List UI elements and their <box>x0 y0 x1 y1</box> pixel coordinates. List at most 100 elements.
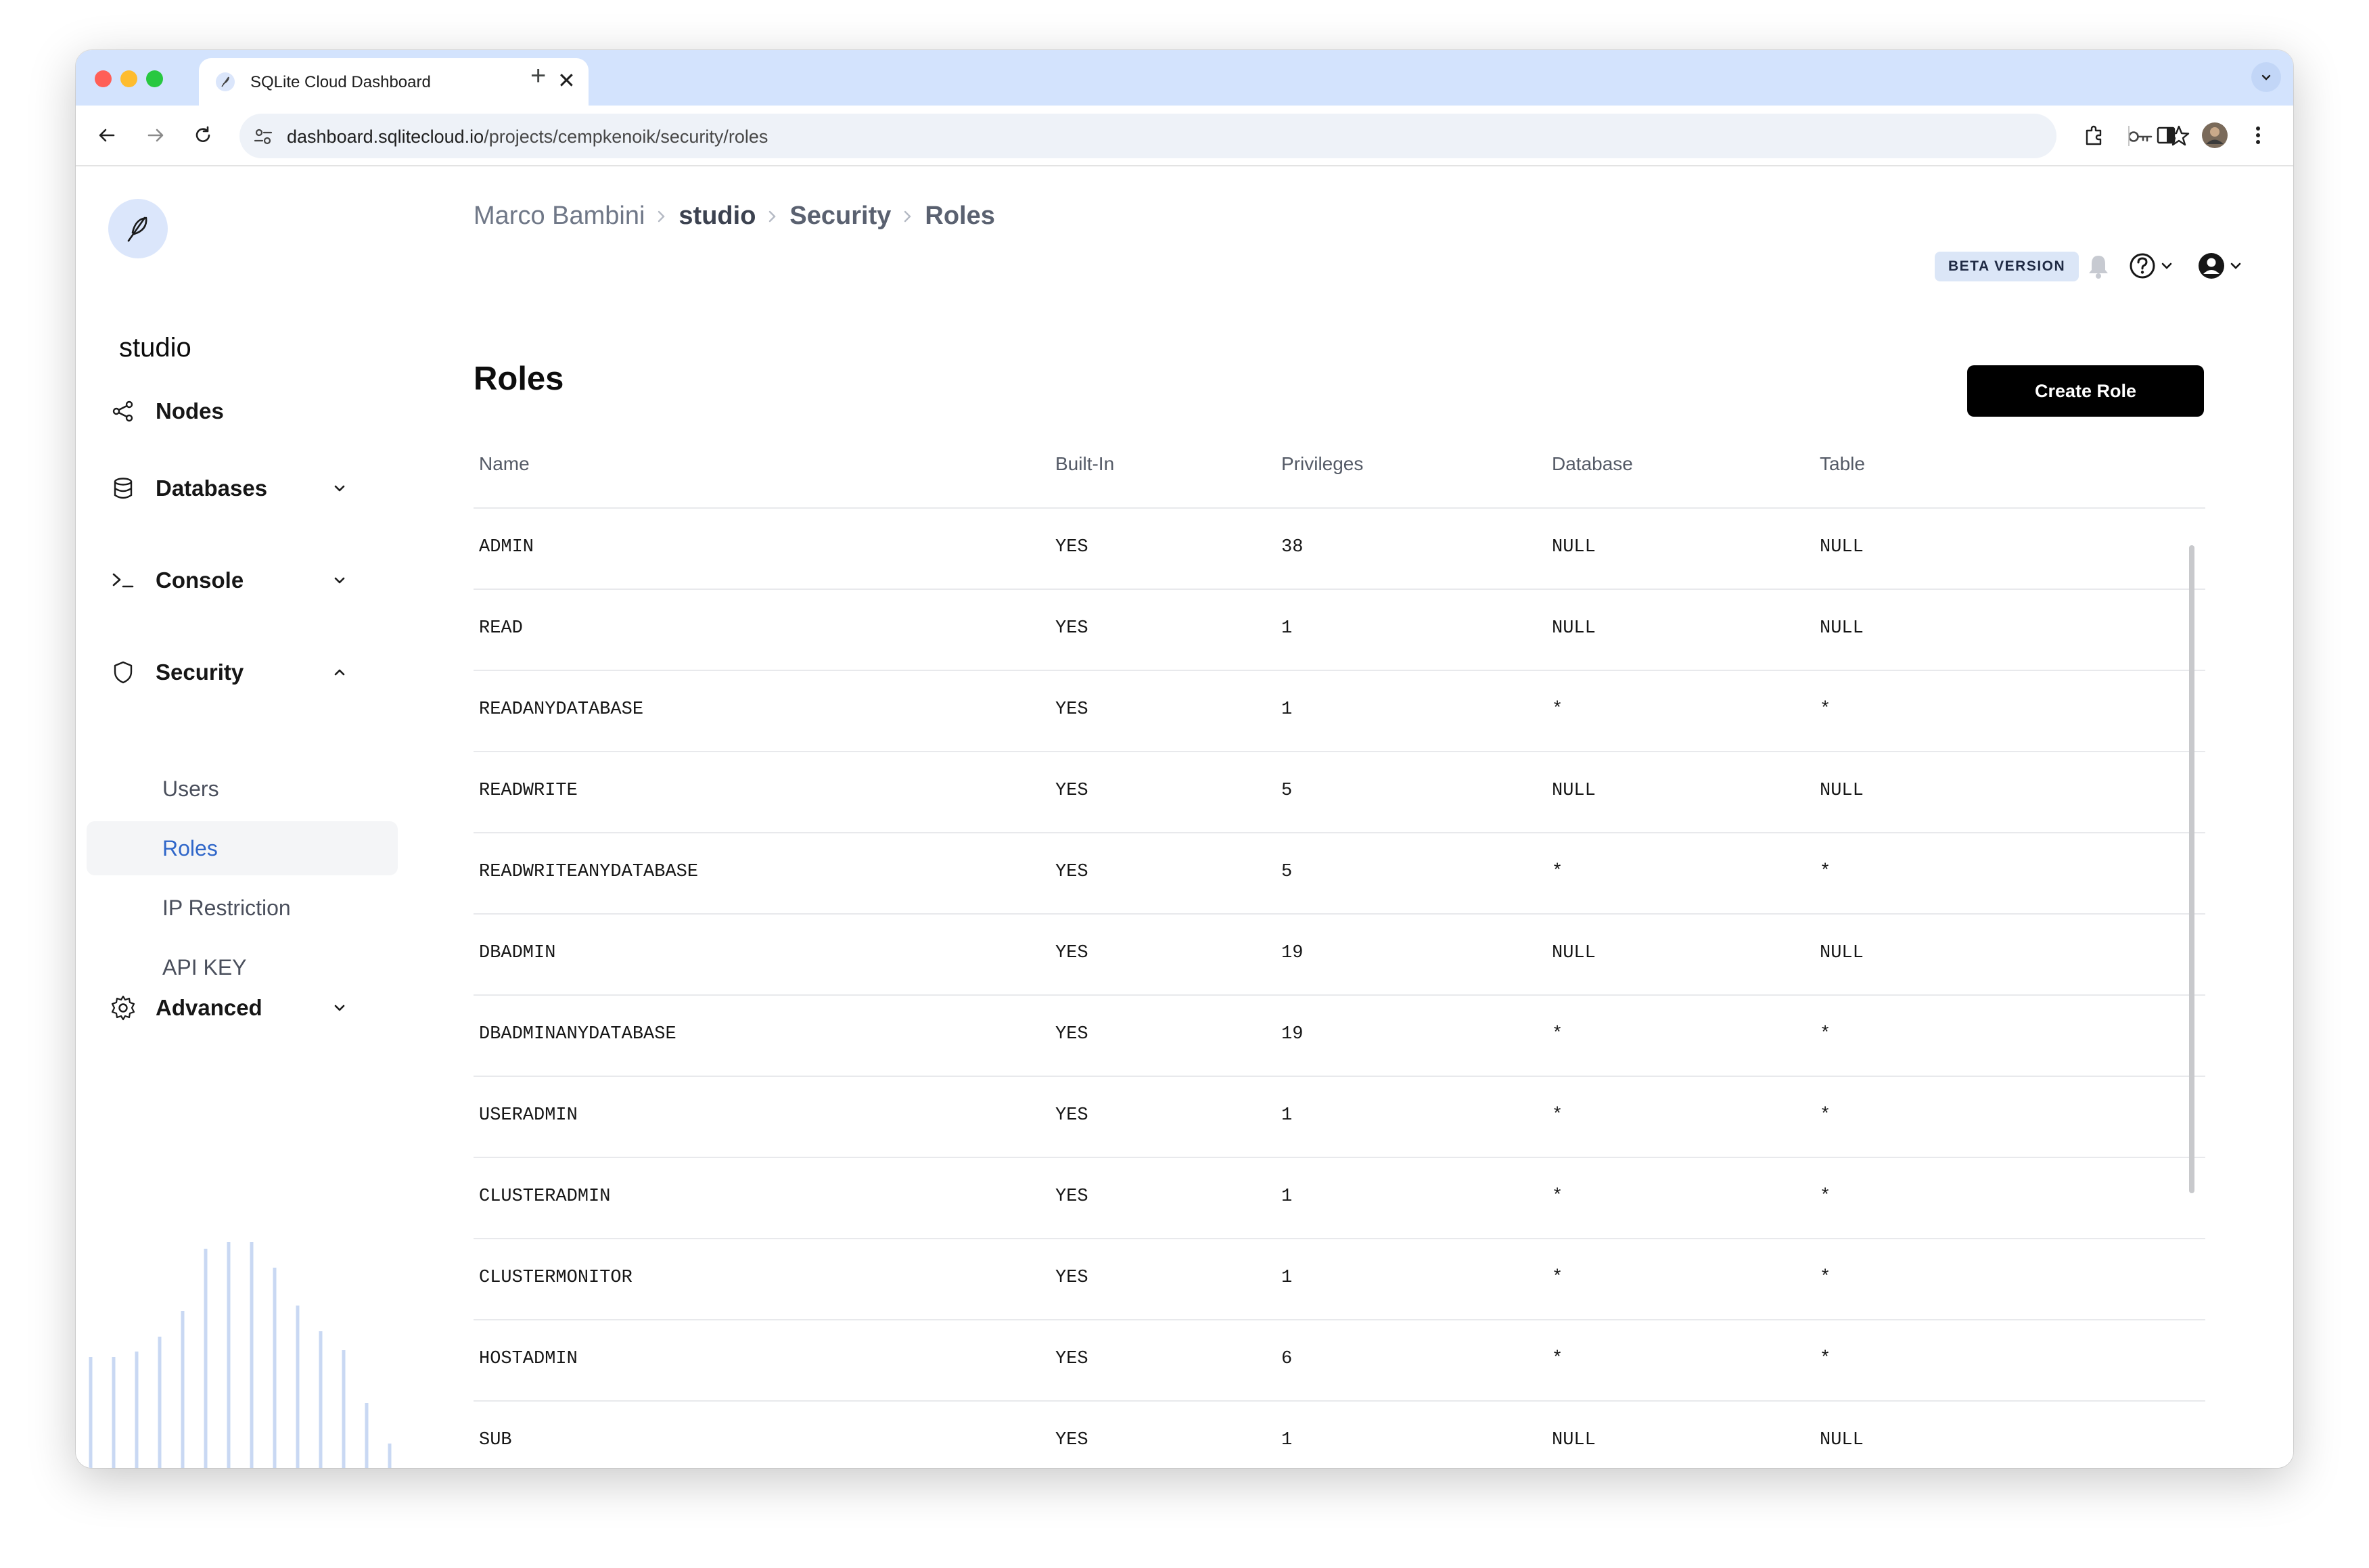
sidebar-subitem-users[interactable]: Users <box>87 762 398 816</box>
table-cell: * <box>1820 1105 1831 1126</box>
page-title: Roles <box>474 361 564 397</box>
role-name-cell: DBADMINANYDATABASE <box>479 1024 676 1044</box>
roles-table: Name Built-In Privileges Database Table … <box>474 423 2205 1468</box>
breadcrumb-project[interactable]: studio <box>678 202 756 231</box>
back-button[interactable] <box>92 120 122 150</box>
tab-close-icon[interactable]: ✕ <box>557 69 576 92</box>
browser-menu-button[interactable] <box>2243 120 2273 150</box>
role-name-cell: READWRITEANYDATABASE <box>479 862 699 882</box>
notifications-button[interactable] <box>2086 253 2111 280</box>
role-name-cell: DBADMIN <box>479 943 556 963</box>
built-in-cell: YES <box>1055 1268 1088 1288</box>
privileges-cell: 5 <box>1281 862 1293 882</box>
extensions-button[interactable] <box>2079 120 2109 150</box>
chevron-right-icon <box>766 209 779 224</box>
column-header-privileges[interactable]: Privileges <box>1281 453 1363 475</box>
chevron-down-icon[interactable] <box>329 570 350 591</box>
table-row[interactable]: CLUSTERADMIN YES 1 * * <box>474 1158 2205 1239</box>
column-header-name[interactable]: Name <box>479 453 530 475</box>
app-logo[interactable] <box>108 199 168 258</box>
kebab-menu-icon <box>2256 126 2260 144</box>
privileges-cell: 5 <box>1281 781 1293 801</box>
table-row[interactable]: READWRITE YES 5 NULL NULL <box>474 752 2205 833</box>
role-name-cell: READWRITE <box>479 781 578 801</box>
address-bar[interactable]: dashboard.sqlitecloud.io/projects/cempke… <box>239 114 2190 158</box>
gear-icon <box>108 993 138 1023</box>
table-cell: * <box>1820 699 1831 720</box>
sidebar-item-databases[interactable]: Databases <box>108 467 360 510</box>
database-cell: NULL <box>1552 781 1596 801</box>
column-header-table[interactable]: Table <box>1820 453 1865 475</box>
forward-button[interactable] <box>141 120 170 150</box>
url-text[interactable]: dashboard.sqlitecloud.io/projects/cempke… <box>287 126 768 147</box>
tab-search-button[interactable] <box>2251 62 2281 92</box>
column-header-built-in[interactable]: Built-In <box>1055 453 1114 475</box>
role-name-cell: HOSTADMIN <box>479 1349 578 1369</box>
create-role-button[interactable]: Create Role <box>1967 365 2204 417</box>
account-menu-button[interactable] <box>2197 252 2243 280</box>
table-row[interactable]: DBADMINANYDATABASE YES 19 * * <box>474 996 2205 1077</box>
database-cell: NULL <box>1552 537 1596 557</box>
breadcrumb-section[interactable]: Security <box>789 202 891 231</box>
arrow-right-icon <box>147 129 164 142</box>
side-panel-button[interactable] <box>2151 120 2181 150</box>
maximize-window-button[interactable] <box>146 70 163 87</box>
shield-icon <box>108 658 138 687</box>
chevron-right-icon <box>902 209 914 224</box>
table-cell: * <box>1820 1024 1831 1044</box>
browser-window: SQLite Cloud Dashboard ✕ + dashboard.sql… <box>76 50 2293 1468</box>
user-circle-icon <box>2199 253 2224 279</box>
sidebar-item-label: Databases <box>156 476 268 501</box>
minimize-window-button[interactable] <box>120 70 137 87</box>
side-panel-icon <box>2157 126 2176 144</box>
chevron-up-icon[interactable] <box>329 662 350 683</box>
sidebar-item-security[interactable]: Security <box>108 651 360 694</box>
table-header: Name Built-In Privileges Database Table <box>474 423 2205 509</box>
table-row[interactable]: CLUSTERMONITOR YES 1 * * <box>474 1239 2205 1320</box>
chevron-down-icon <box>2261 74 2271 80</box>
database-cell: * <box>1552 1268 1563 1288</box>
database-cell: * <box>1552 862 1563 882</box>
column-header-database[interactable]: Database <box>1552 453 1633 475</box>
sidebar-item-nodes[interactable]: Nodes <box>108 390 360 433</box>
profile-avatar-button[interactable] <box>2200 120 2230 150</box>
bell-icon <box>2089 256 2108 279</box>
chevron-down-icon[interactable] <box>329 478 350 499</box>
sidebar-item-label: Console <box>156 568 244 593</box>
sidebar-item-console[interactable]: Console <box>108 559 360 602</box>
table-row[interactable]: DBADMIN YES 19 NULL NULL <box>474 915 2205 996</box>
chevron-down-icon <box>2161 262 2172 269</box>
password-key-icon[interactable] <box>2127 126 2154 147</box>
privileges-cell: 6 <box>1281 1349 1293 1369</box>
reload-button[interactable] <box>188 120 218 150</box>
new-tab-button[interactable]: + <box>530 62 546 89</box>
sidebar-subitem-roles[interactable]: Roles <box>87 821 398 875</box>
help-menu-button[interactable] <box>2128 252 2174 280</box>
puzzle-icon <box>2086 125 2102 145</box>
table-row[interactable]: READANYDATABASE YES 1 * * <box>474 671 2205 752</box>
table-cell: NULL <box>1820 537 1864 557</box>
table-cell: * <box>1820 1349 1831 1369</box>
built-in-cell: YES <box>1055 1349 1088 1369</box>
sidebar-item-advanced[interactable]: Advanced <box>108 986 360 1030</box>
table-row[interactable]: ADMIN YES 38 NULL NULL <box>474 509 2205 590</box>
close-window-button[interactable] <box>95 70 112 87</box>
table-row[interactable]: HOSTADMIN YES 6 * * <box>474 1320 2205 1402</box>
terminal-icon <box>108 566 138 595</box>
table-scrollbar[interactable] <box>2189 545 2194 1193</box>
breadcrumb-user[interactable]: Marco Bambini <box>474 202 645 231</box>
table-cell: NULL <box>1820 781 1864 801</box>
built-in-cell: YES <box>1055 537 1088 557</box>
privileges-cell: 1 <box>1281 699 1293 720</box>
built-in-cell: YES <box>1055 699 1088 720</box>
table-row[interactable]: SUB YES 1 NULL NULL <box>474 1402 2205 1468</box>
table-row[interactable]: USERADMIN YES 1 * * <box>474 1077 2205 1158</box>
site-settings-icon[interactable] <box>253 126 273 147</box>
tab-title: SQLite Cloud Dashboard <box>250 73 431 91</box>
arrow-left-icon <box>99 129 115 142</box>
table-row[interactable]: READWRITEANYDATABASE YES 5 * * <box>474 833 2205 915</box>
privileges-cell: 19 <box>1281 1024 1304 1044</box>
table-row[interactable]: READ YES 1 NULL NULL <box>474 590 2205 671</box>
chevron-down-icon[interactable] <box>329 997 350 1019</box>
sidebar-subitem-ip-restriction[interactable]: IP Restriction <box>87 881 398 935</box>
